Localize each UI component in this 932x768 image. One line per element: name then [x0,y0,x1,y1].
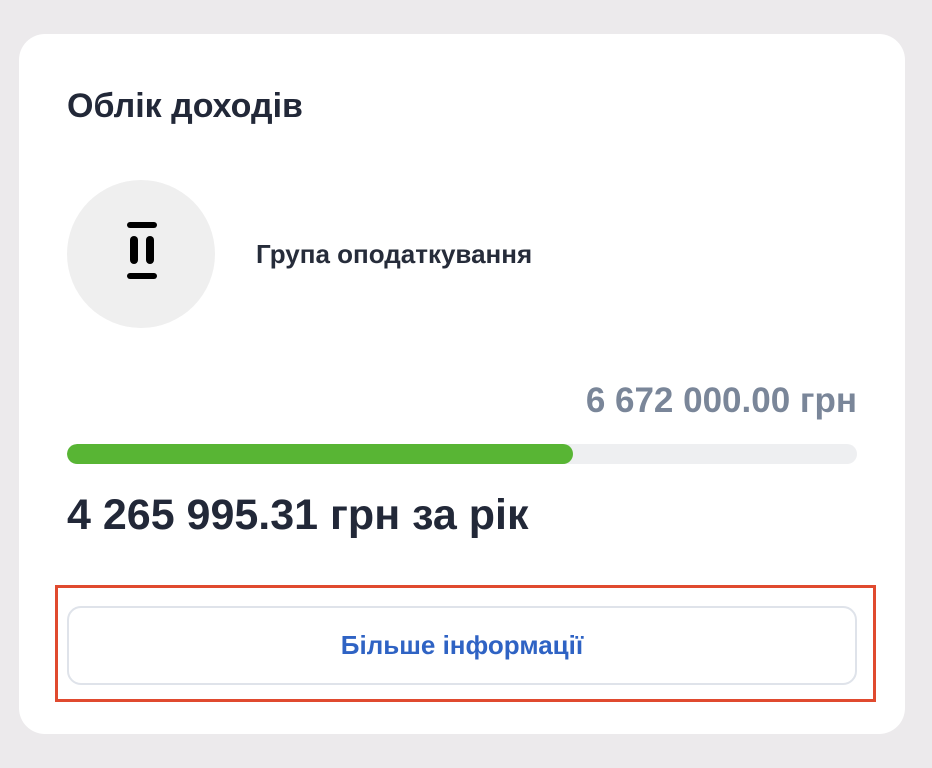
annual-income-amount: 4 265 995.31 грн за рік [67,491,529,539]
highlight-frame [55,585,876,702]
income-progress-bar [67,444,857,464]
card-title: Облік доходів [67,87,303,125]
roman-numeral-two-icon [127,222,157,279]
tax-group-badge [67,180,215,328]
tax-group-label: Група оподаткування [256,239,533,269]
income-progress-fill [67,444,573,464]
income-limit-amount: 6 672 000.00 грн [585,381,857,420]
